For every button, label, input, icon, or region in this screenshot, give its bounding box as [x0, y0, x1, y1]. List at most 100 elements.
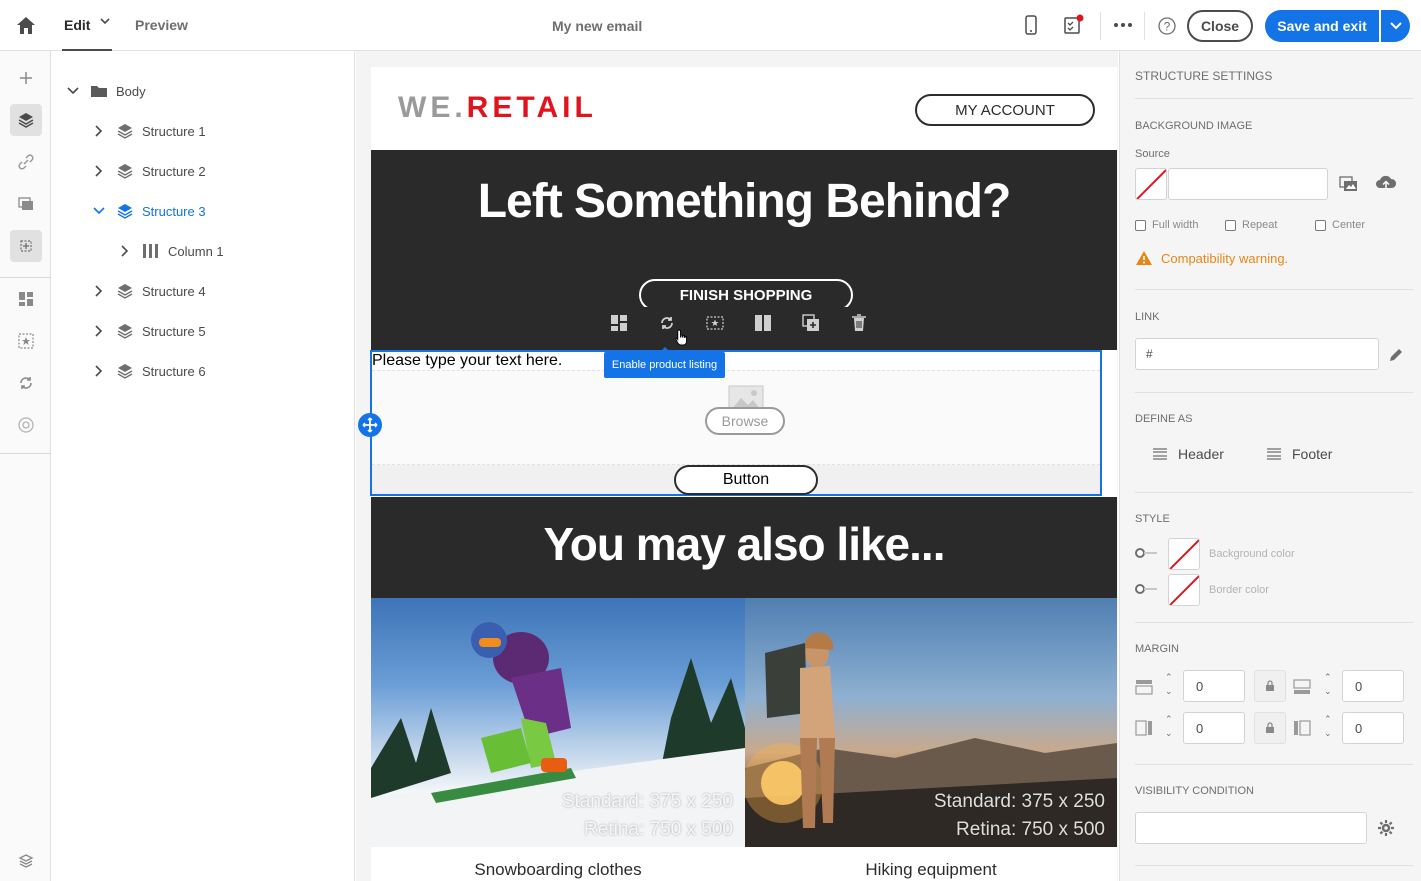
save-and-exit-button[interactable]: Save and exit [1265, 10, 1379, 42]
home-icon[interactable] [14, 14, 38, 38]
link-icon[interactable] [10, 146, 42, 178]
gear-icon[interactable] [1377, 819, 1395, 837]
chevron-down-icon [1389, 21, 1402, 29]
tree-item-structure-1[interactable]: Structure 1 [90, 119, 206, 143]
images-icon[interactable] [10, 188, 42, 220]
tree-item-label: Structure 3 [142, 203, 206, 219]
email-header[interactable]: WE.RETAIL MY ACCOUNT [371, 67, 1117, 150]
recommendations-header[interactable]: You may also like... [371, 497, 1117, 598]
fragments-icon[interactable] [10, 230, 42, 262]
divider [1135, 764, 1413, 765]
upload-icon[interactable] [1375, 174, 1397, 192]
tree-item-column-1[interactable]: Column 1 [116, 239, 224, 263]
compatibility-warning[interactable]: Compatibility warning. [1135, 250, 1288, 266]
margin-left-stepper[interactable]: ⌃ ⌄ [1157, 712, 1183, 744]
edit-icon[interactable] [1387, 346, 1405, 364]
margin-top-input[interactable]: 0 [1183, 670, 1245, 702]
section-title: LINK [1135, 311, 1160, 323]
selected-structure[interactable]: Browse Please type your text here. Butto… [358, 350, 1102, 496]
tree-item-body[interactable]: Body [64, 79, 146, 103]
image-placeholder-zone[interactable]: Browse [372, 370, 1100, 465]
email-canvas: WE.RETAIL MY ACCOUNT Left Something Behi… [356, 51, 1118, 881]
lock-icon[interactable] [1254, 670, 1286, 702]
chevron-down-icon[interactable] [100, 16, 110, 29]
personalization-icon[interactable] [10, 409, 42, 441]
background-color-swatch[interactable] [1168, 538, 1200, 570]
help-icon[interactable]: ? [1157, 16, 1179, 38]
source-input[interactable] [1168, 168, 1328, 200]
margin-left-input[interactable]: 0 [1183, 712, 1245, 744]
full-width-checkbox[interactable]: Full width [1135, 219, 1198, 231]
chevron-down-icon[interactable] [90, 207, 108, 215]
dynamic-content-icon[interactable] [10, 325, 42, 357]
chevron-down-icon[interactable] [64, 87, 82, 95]
add-icon[interactable] [10, 62, 42, 94]
columns-icon[interactable] [739, 314, 787, 332]
layout-icon[interactable] [595, 314, 643, 332]
image-library-icon[interactable] [1339, 175, 1359, 193]
hero-title: Left Something Behind? [477, 175, 1012, 228]
move-handle-icon[interactable] [358, 413, 382, 437]
chevron-right-icon[interactable] [90, 285, 108, 297]
divider [1135, 865, 1413, 866]
tree-item-structure-4[interactable]: Structure 4 [90, 279, 206, 303]
tree-item-structure-5[interactable]: Structure 5 [90, 319, 206, 343]
tab-preview[interactable]: Preview [135, 17, 188, 33]
versions-icon[interactable] [10, 845, 42, 877]
tree-item-structure-2[interactable]: Structure 2 [90, 159, 206, 183]
margin-right-input[interactable]: 0 [1342, 712, 1404, 744]
link-input[interactable]: # [1135, 338, 1379, 370]
product-image-hiking[interactable]: Standard: 375 x 250 Retina: 750 x 500 [745, 598, 1117, 847]
lock-icon[interactable] [1254, 712, 1286, 744]
section-title: STYLE [1135, 513, 1170, 525]
save-options-button[interactable] [1381, 10, 1410, 42]
text-placeholder[interactable]: Please type your text here. [372, 352, 562, 370]
tree-item-structure-6[interactable]: Structure 6 [90, 359, 206, 383]
layers-icon [116, 363, 134, 379]
tab-edit[interactable]: Edit [64, 17, 90, 33]
divider [1135, 392, 1413, 393]
delete-icon[interactable] [835, 314, 883, 332]
repeat-checkbox[interactable]: Repeat [1225, 219, 1277, 231]
tree-item-structure-3[interactable]: Structure 3 [90, 199, 206, 223]
close-button[interactable]: Close [1187, 10, 1253, 42]
background-color-toggle[interactable] [1135, 548, 1157, 558]
border-color-swatch[interactable] [1168, 574, 1200, 606]
product-image-snowboarding[interactable]: Standard: 375 x 250 Retina: 750 x 500 [371, 598, 745, 847]
margin-top-stepper[interactable]: ⌃ ⌄ [1157, 670, 1183, 702]
margin-right-stepper[interactable]: ⌃ ⌄ [1316, 712, 1342, 744]
mobile-preview-icon[interactable] [1020, 14, 1042, 36]
define-header-option[interactable]: Header [1152, 446, 1224, 462]
define-footer-option[interactable]: Footer [1266, 446, 1332, 462]
button-placeholder[interactable]: Button [674, 465, 818, 495]
product-listing-icon[interactable] [10, 367, 42, 399]
section-title: VISIBILITY CONDITION [1135, 785, 1254, 797]
center-checkbox[interactable]: Center [1315, 219, 1365, 231]
structure-toolbar [595, 307, 883, 339]
document-title: My new email [552, 18, 643, 34]
chevron-right-icon[interactable] [90, 325, 108, 337]
chevron-right-icon[interactable] [90, 365, 108, 377]
divider [1135, 492, 1413, 493]
my-account-button[interactable]: MY ACCOUNT [915, 94, 1095, 126]
border-color-label: Border color [1209, 584, 1269, 596]
warning-icon [1136, 251, 1152, 265]
tooltip: Enable product listing [604, 347, 725, 378]
more-icon[interactable] [1112, 14, 1134, 36]
image-swatch[interactable] [1135, 168, 1167, 200]
browse-button[interactable]: Browse [705, 407, 785, 435]
margin-bottom-stepper[interactable]: ⌃ ⌄ [1316, 670, 1342, 702]
chevron-right-icon[interactable] [116, 245, 134, 257]
fragment-icon[interactable] [691, 314, 739, 332]
layers-icon[interactable] [10, 104, 42, 136]
chevron-right-icon[interactable] [90, 125, 108, 137]
duplicate-icon[interactable] [787, 314, 835, 332]
chevron-right-icon[interactable] [90, 165, 108, 177]
svg-text:?: ? [1164, 20, 1171, 34]
visibility-condition-input[interactable] [1135, 812, 1367, 844]
section-title: DEFINE AS [1135, 413, 1193, 425]
content-components-icon[interactable] [10, 283, 42, 315]
border-color-toggle[interactable] [1135, 584, 1157, 594]
checklist-icon[interactable] [1062, 14, 1084, 36]
margin-bottom-input[interactable]: 0 [1342, 670, 1404, 702]
